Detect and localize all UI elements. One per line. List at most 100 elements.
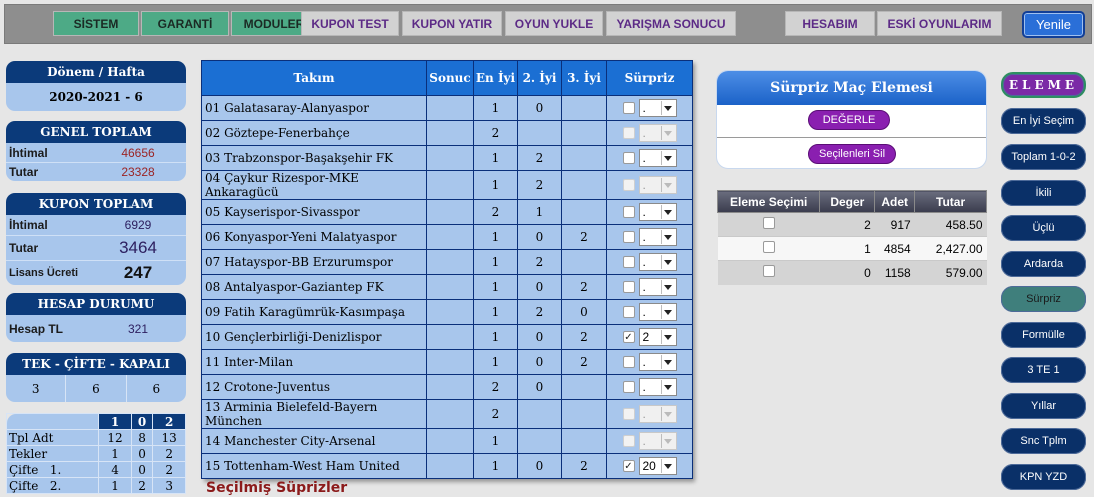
elim-checkbox[interactable] — [762, 265, 775, 278]
surprise-select[interactable]: . — [638, 99, 677, 117]
surprise-select[interactable]: . — [638, 228, 677, 246]
team-cell: 12 Crotone-Juventus — [201, 374, 427, 400]
surprise-checkbox[interactable] — [622, 306, 635, 318]
side-menu-button-s-rpriz[interactable]: Sürpriz — [1001, 286, 1086, 312]
second-cell: 2 — [517, 170, 562, 200]
surprise-checkbox[interactable] — [622, 152, 635, 164]
single-double-title: TEK - ÇİFTE - KAPALI — [6, 353, 186, 375]
nav-kupon-test-button[interactable]: KUPON TEST — [301, 11, 399, 36]
surprise-checkbox[interactable] — [622, 281, 635, 293]
general-amount-value: 23328 — [121, 165, 155, 179]
header-team[interactable]: Takım — [201, 60, 427, 96]
nav-sistem-button[interactable]: SİSTEM — [53, 11, 139, 36]
chevron-down-icon — [660, 407, 675, 421]
surprise-select[interactable]: 2 — [638, 328, 677, 346]
side-menu-button-ardarda[interactable]: Ardarda — [1001, 251, 1086, 277]
best-cell: 1 — [473, 453, 518, 479]
tpl-row-label: Çifte 1. — [5, 461, 100, 478]
table-row: 03 Trabzonspor-Başakşehir FK 1 2. — [201, 145, 693, 171]
nav-kupon-yatir-button[interactable]: KUPON YATIR — [402, 11, 502, 36]
surprise-select: . — [638, 405, 677, 423]
tpl-header-1: 1 — [98, 413, 132, 430]
surprise-select[interactable]: . — [638, 278, 677, 296]
side-menu-button-snc-tplm[interactable]: Snc Tplm — [1001, 428, 1086, 454]
second-cell: 2 — [517, 249, 562, 275]
header-surprise[interactable]: Sürpriz — [606, 60, 693, 96]
delete-selected-button[interactable]: Seçilenleri Sil — [808, 144, 896, 164]
result-cell — [426, 170, 474, 200]
team-cell: 07 Hatayspor-BB Erzurumspor — [201, 249, 427, 275]
side-menu-button-en-i-yi-se-im[interactable]: En İyi Seçim — [1001, 108, 1086, 134]
third-cell: 2 — [561, 224, 607, 250]
elim-checkbox[interactable] — [762, 217, 775, 229]
header-best[interactable]: En İyi — [473, 60, 518, 96]
surprise-select[interactable]: . — [638, 149, 677, 167]
nav-hesabim-button[interactable]: HESABIM — [785, 11, 875, 36]
nav-garanti-button[interactable]: GARANTİ — [141, 11, 229, 36]
surprise-select[interactable]: . — [638, 353, 677, 371]
second-cell: 0 — [517, 224, 562, 250]
side-menu-button-3-te-1[interactable]: 3 TE 1 — [1001, 357, 1086, 383]
surprise-checkbox[interactable] — [622, 102, 635, 114]
third-cell — [561, 249, 607, 275]
tpl-cell: 0 — [130, 461, 154, 478]
surprise-select[interactable]: 20 — [638, 457, 677, 475]
side-menu-button-kpn-yzd[interactable]: KPN YZD — [1001, 464, 1086, 490]
surprise-checkbox[interactable] — [622, 381, 635, 393]
surprise-cell: . — [606, 145, 693, 171]
side-menu-button-i-kili[interactable]: İkili — [1001, 180, 1086, 206]
surprise-checkbox[interactable] — [622, 231, 635, 243]
elim-header-selection[interactable]: Eleme Seçimi — [716, 190, 821, 213]
nav-yarisma-sonucu-button[interactable]: YARIŞMA SONUCU — [606, 11, 736, 36]
side-menu-button--l-[interactable]: Üçlü — [1001, 215, 1086, 241]
result-cell — [426, 199, 474, 225]
surprise-checkbox[interactable]: ✓ — [622, 460, 635, 472]
surprise-checkbox[interactable] — [622, 206, 635, 218]
elim-amount: 458.50 — [914, 212, 987, 237]
elim-header-count[interactable]: Adet — [874, 190, 916, 213]
table-row: 08 Antalyaspor-Gaziantep FK 1 0 2. — [201, 274, 693, 300]
tpl-header-2: 2 — [152, 413, 186, 430]
table-row: 04 Çaykur Rizespor-MKE Ankaragücü 1 2. — [201, 170, 693, 200]
header-third[interactable]: 3. İyi — [561, 60, 607, 96]
elim-checkbox[interactable] — [762, 241, 775, 253]
surprise-select[interactable]: . — [638, 203, 677, 221]
side-menu-button-form-lle[interactable]: Formülle — [1001, 322, 1086, 348]
surprise-checkbox[interactable] — [622, 256, 635, 268]
side-menu-button-toplam-1-0-2[interactable]: Toplam 1-0-2 — [1001, 144, 1086, 170]
surprise-checkbox[interactable]: ✓ — [622, 331, 635, 343]
chevron-down-icon — [660, 151, 675, 165]
side-menu-button-y-llar[interactable]: Yıllar — [1001, 393, 1086, 419]
elim-header-value[interactable]: Deger — [819, 190, 876, 213]
single-count: 3 — [6, 375, 67, 402]
elim-header-amount[interactable]: Tutar — [914, 190, 987, 213]
third-cell: 2 — [561, 349, 607, 375]
team-cell: 13 Arminia Bielefeld-Bayern München — [201, 399, 427, 429]
evaluate-button[interactable]: DEĞERLE — [808, 110, 890, 130]
table-row: Çifte 1. 4 0 2 — [5, 461, 186, 478]
surprise-select[interactable]: . — [638, 303, 677, 321]
surprise-select[interactable]: . — [638, 253, 677, 271]
tpl-cell: 13 — [152, 429, 186, 446]
nav-eski-oyunlarim-button[interactable]: ESKİ OYUNLARIM — [877, 11, 1002, 36]
side-menu-button-eleme[interactable]: ELEME — [1001, 72, 1086, 98]
table-row: 1 4854 2,427.00 — [717, 236, 987, 261]
team-cell: 04 Çaykur Rizespor-MKE Ankaragücü — [201, 170, 427, 200]
team-cell: 06 Konyaspor-Yeni Malatyaspor — [201, 224, 427, 250]
general-total-title: GENEL TOPLAM — [6, 121, 186, 143]
surprise-checkbox[interactable] — [622, 356, 635, 368]
nav-oyun-yukle-button[interactable]: OYUN YUKLE — [505, 11, 603, 36]
header-result[interactable]: Sonuc — [426, 60, 474, 96]
surprise-select[interactable]: . — [638, 378, 677, 396]
header-second[interactable]: 2. İyi — [517, 60, 562, 96]
surprise-select-value: 2 — [642, 330, 650, 344]
tpl-header-empty — [5, 413, 100, 430]
chevron-down-icon — [660, 330, 675, 344]
refresh-button[interactable]: Yenile — [1022, 11, 1085, 38]
result-cell — [426, 274, 474, 300]
table-row: Çifte 2. 1 2 3 — [5, 477, 186, 494]
best-cell: 1 — [473, 145, 518, 171]
third-cell — [561, 399, 607, 429]
surprise-cell: ✓ 2 — [606, 324, 693, 350]
chevron-down-icon — [660, 355, 675, 369]
